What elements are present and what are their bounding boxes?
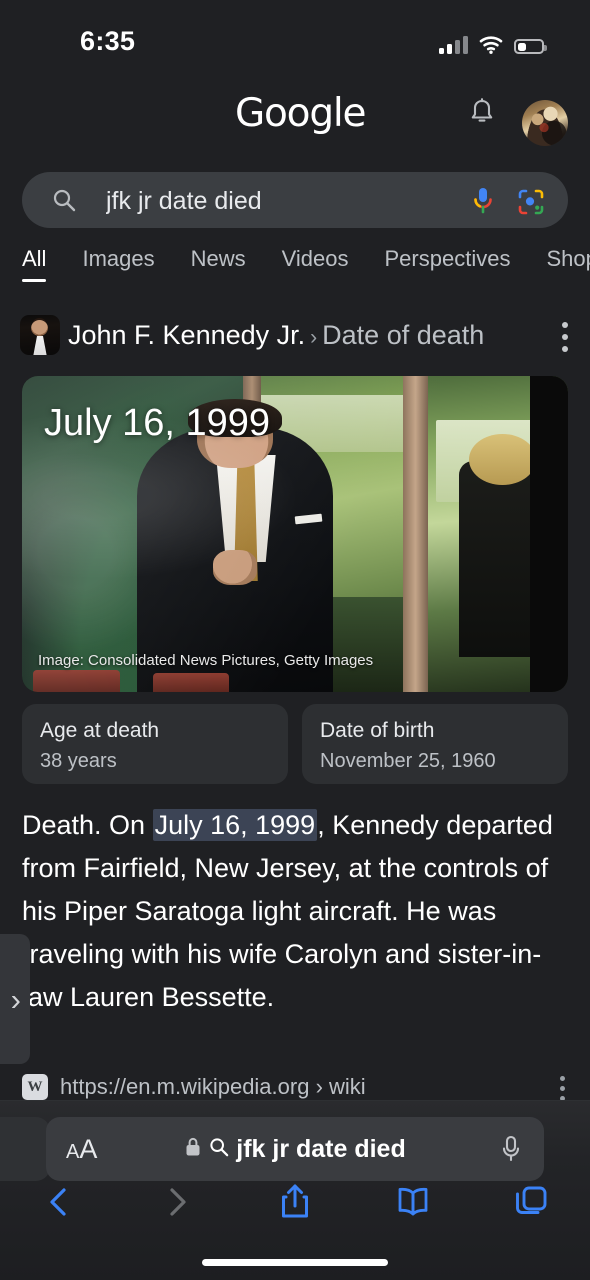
fact-label: Age at death xyxy=(40,719,160,742)
tab-all[interactable]: All xyxy=(22,246,47,282)
snippet-highlight: July 16, 1999 xyxy=(152,809,318,841)
search-query-text: jfk jr date died xyxy=(106,187,262,215)
breadcrumb-attribute: Date of death xyxy=(322,320,485,350)
hero-image-credit: Image: Consolidated News Pictures, Getty… xyxy=(38,652,374,669)
address-bar-content: jfk jr date died xyxy=(46,1133,544,1165)
fact-card-date-of-birth[interactable]: Date of birth November 25, 1960 xyxy=(302,704,568,784)
google-header: Google xyxy=(0,88,590,160)
tab-news[interactable]: News xyxy=(191,246,246,282)
tab-videos[interactable]: Videos xyxy=(282,246,349,282)
address-bar-text: jfk jr date died xyxy=(236,1135,406,1163)
hero-photo-card[interactable]: July 16, 1999 Image: Consolidated News P… xyxy=(22,376,568,692)
breadcrumb: John F. Kennedy Jr. › Date of death xyxy=(0,312,590,360)
jfk-jr-thumbnail-icon xyxy=(20,315,60,355)
source-link-row[interactable]: W https://en.m.wikipedia.org › wiki xyxy=(22,1072,570,1102)
forward-button[interactable] xyxy=(118,1172,236,1232)
cellular-bars-icon xyxy=(439,36,468,54)
microphone-icon[interactable] xyxy=(500,1133,522,1165)
tab-perspectives[interactable]: Perspectives xyxy=(385,246,511,282)
snippet-before-text: Death. On xyxy=(22,810,153,840)
kebab-menu-icon[interactable] xyxy=(562,322,570,352)
search-input[interactable]: jfk jr date died xyxy=(22,172,568,228)
microphone-icon[interactable] xyxy=(470,186,496,216)
answer-snippet: Death. On July 16, 1999, Kennedy departe… xyxy=(22,804,570,1019)
phone-screen: 6:35 Google jfk jr date died All Images … xyxy=(0,0,590,1280)
lock-icon xyxy=(184,1136,202,1163)
hero-date-overlay: July 16, 1999 xyxy=(44,402,271,444)
tab-images[interactable]: Images xyxy=(82,246,154,282)
fact-cards: Age at death 38 years Date of birth Nove… xyxy=(22,704,568,784)
status-bar-indicators xyxy=(439,30,547,54)
fact-label: Date of birth xyxy=(320,719,435,742)
google-lens-icon[interactable] xyxy=(516,187,546,217)
breadcrumb-separator-icon: › xyxy=(310,326,318,349)
share-button[interactable] xyxy=(236,1172,354,1232)
fact-value: 38 years xyxy=(40,750,117,772)
expand-drawer-chevron-icon: › xyxy=(10,981,21,1017)
fact-card-age-at-death[interactable]: Age at death 38 years xyxy=(22,704,288,784)
home-indicator xyxy=(202,1259,388,1266)
bookmarks-button[interactable] xyxy=(354,1172,472,1232)
battery-icon xyxy=(514,39,547,54)
search-icon xyxy=(52,188,76,212)
wikipedia-favicon-icon: W xyxy=(22,1074,48,1100)
breadcrumb-text: John F. Kennedy Jr. › Date of death xyxy=(68,312,484,361)
tabs-button[interactable] xyxy=(472,1172,590,1232)
fact-value: November 25, 1960 xyxy=(320,750,496,772)
status-bar: 6:35 xyxy=(0,0,590,72)
browser-navigation-bar xyxy=(0,1172,590,1232)
search-vertical-tabs[interactable]: All Images News Videos Perspectives Shop xyxy=(0,246,590,292)
bell-icon[interactable] xyxy=(466,96,498,130)
magnifier-icon xyxy=(209,1137,229,1162)
safari-bottom-bar: AA jfk jr date died xyxy=(0,1100,590,1280)
source-url[interactable]: https://en.m.wikipedia.org › wiki xyxy=(60,1072,366,1102)
tab-shopping[interactable]: Shop xyxy=(546,246,590,282)
wifi-icon xyxy=(479,36,503,54)
expand-drawer-handle[interactable]: › xyxy=(0,934,30,1064)
breadcrumb-entity[interactable]: John F. Kennedy Jr. xyxy=(68,320,305,350)
back-button[interactable] xyxy=(0,1172,118,1232)
account-avatar[interactable] xyxy=(522,100,568,146)
status-bar-time: 6:35 xyxy=(80,26,136,56)
google-logo: Google xyxy=(235,91,367,136)
